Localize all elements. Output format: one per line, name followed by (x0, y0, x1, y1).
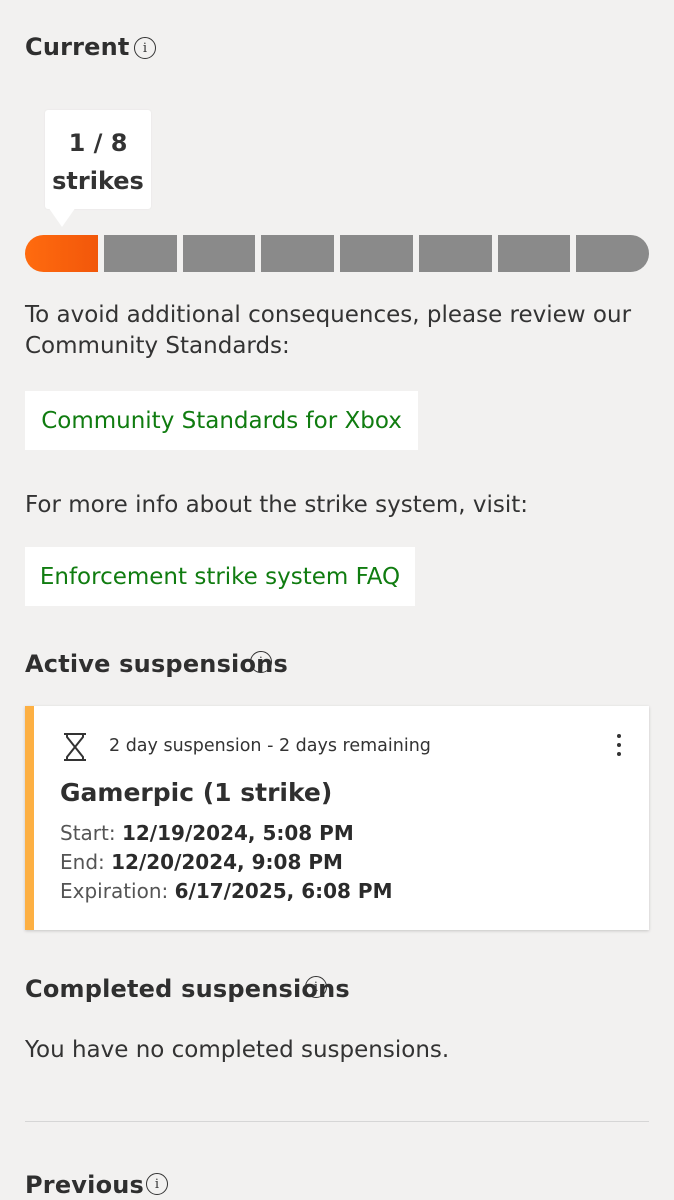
strike-segment-empty (261, 235, 334, 272)
hourglass-icon (62, 732, 88, 766)
strike-segment-empty (418, 235, 492, 272)
standards-prompt: To avoid additional consequences, please… (25, 302, 632, 359)
more-options-icon[interactable] (605, 726, 633, 764)
start-label: Start: (60, 821, 116, 845)
end-label: End: (60, 850, 105, 874)
expiration-label: Expiration: (60, 879, 169, 903)
community-standards-link[interactable]: Community Standards for Xbox (25, 391, 418, 450)
completed-suspensions-heading: Completed suspensions (25, 975, 350, 1003)
strike-segment-filled (25, 235, 98, 272)
suspension-title: Gamerpic (1 strike) (60, 778, 333, 807)
suspension-status: 2 day suspension - 2 days remaining (109, 736, 431, 756)
current-heading: Current (25, 33, 130, 61)
tooltip-pointer (48, 207, 76, 227)
strike-segment-empty (340, 235, 413, 272)
strike-faq-link[interactable]: Enforcement strike system FAQ (25, 547, 415, 606)
section-divider (25, 1121, 649, 1122)
completed-suspensions-info-icon[interactable]: i (305, 976, 327, 998)
strike-segment-empty (182, 235, 256, 272)
no-completed-text: You have no completed suspensions. (25, 1037, 450, 1063)
faq-prompt: For more info about the strike system, v… (25, 492, 529, 518)
suspension-expiration: Expiration: 6/17/2025, 6:08 PM (60, 879, 392, 903)
suspension-start: Start: 12/19/2024, 5:08 PM (60, 821, 354, 845)
expiration-value: 6/17/2025, 6:08 PM (174, 879, 393, 903)
current-info-icon[interactable]: i (134, 37, 156, 59)
strike-segment-empty (103, 235, 177, 272)
strike-count-tooltip: 1 / 8 strikes (45, 110, 151, 209)
strike-segment-empty (576, 235, 649, 272)
strike-count-text: 1 / 8 (68, 129, 128, 157)
strike-unit-text: strikes (52, 167, 144, 195)
suspension-end: End: 12/20/2024, 9:08 PM (60, 850, 343, 874)
end-value: 12/20/2024, 9:08 PM (111, 850, 343, 874)
active-suspensions-info-icon[interactable]: i (250, 651, 272, 673)
strike-progress-bar (25, 235, 649, 272)
previous-info-icon[interactable]: i (146, 1173, 168, 1195)
start-value: 12/19/2024, 5:08 PM (121, 821, 354, 845)
strike-segment-empty (497, 235, 571, 272)
previous-heading: Previous (25, 1171, 145, 1199)
active-suspensions-heading: Active suspensions (25, 650, 288, 678)
